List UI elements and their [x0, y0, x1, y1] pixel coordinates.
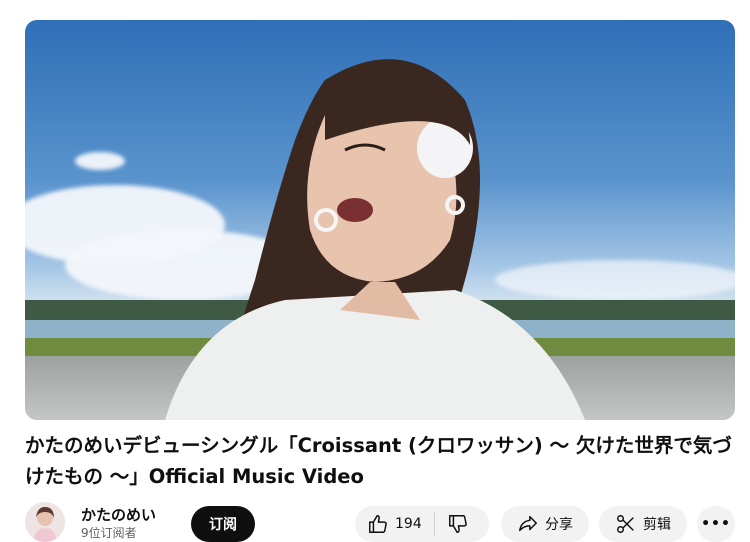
share-label: 分享	[545, 517, 573, 533]
video-player[interactable]	[25, 20, 735, 420]
subscriber-count: 9位订阅者	[81, 526, 137, 540]
clip-label: 剪辑	[643, 517, 671, 533]
like-button[interactable]: 194	[355, 506, 434, 542]
video-title: かたのめいデビューシングル「Croissant (クロワッサン) 〜 欠けた世界…	[25, 434, 732, 488]
like-dislike-group: 194	[355, 506, 489, 542]
avatar[interactable]	[25, 502, 65, 542]
thumbs-up-icon	[369, 515, 387, 533]
channel-name[interactable]: かたのめい	[81, 504, 156, 525]
channel-row: かたのめい 9位订阅者 订阅 194 分享 剪辑 •••	[25, 500, 735, 542]
clip-button[interactable]: 剪辑	[599, 506, 687, 542]
dislike-button[interactable]	[435, 506, 481, 542]
scissors-icon	[617, 515, 634, 533]
share-icon	[519, 515, 537, 532]
avatar-image	[25, 502, 65, 542]
thumbs-down-icon	[448, 515, 467, 533]
share-button[interactable]: 分享	[501, 506, 589, 542]
more-actions-button[interactable]: •••	[697, 506, 735, 542]
subscribe-button[interactable]: 订阅	[191, 506, 255, 542]
singer-figure	[165, 59, 585, 420]
